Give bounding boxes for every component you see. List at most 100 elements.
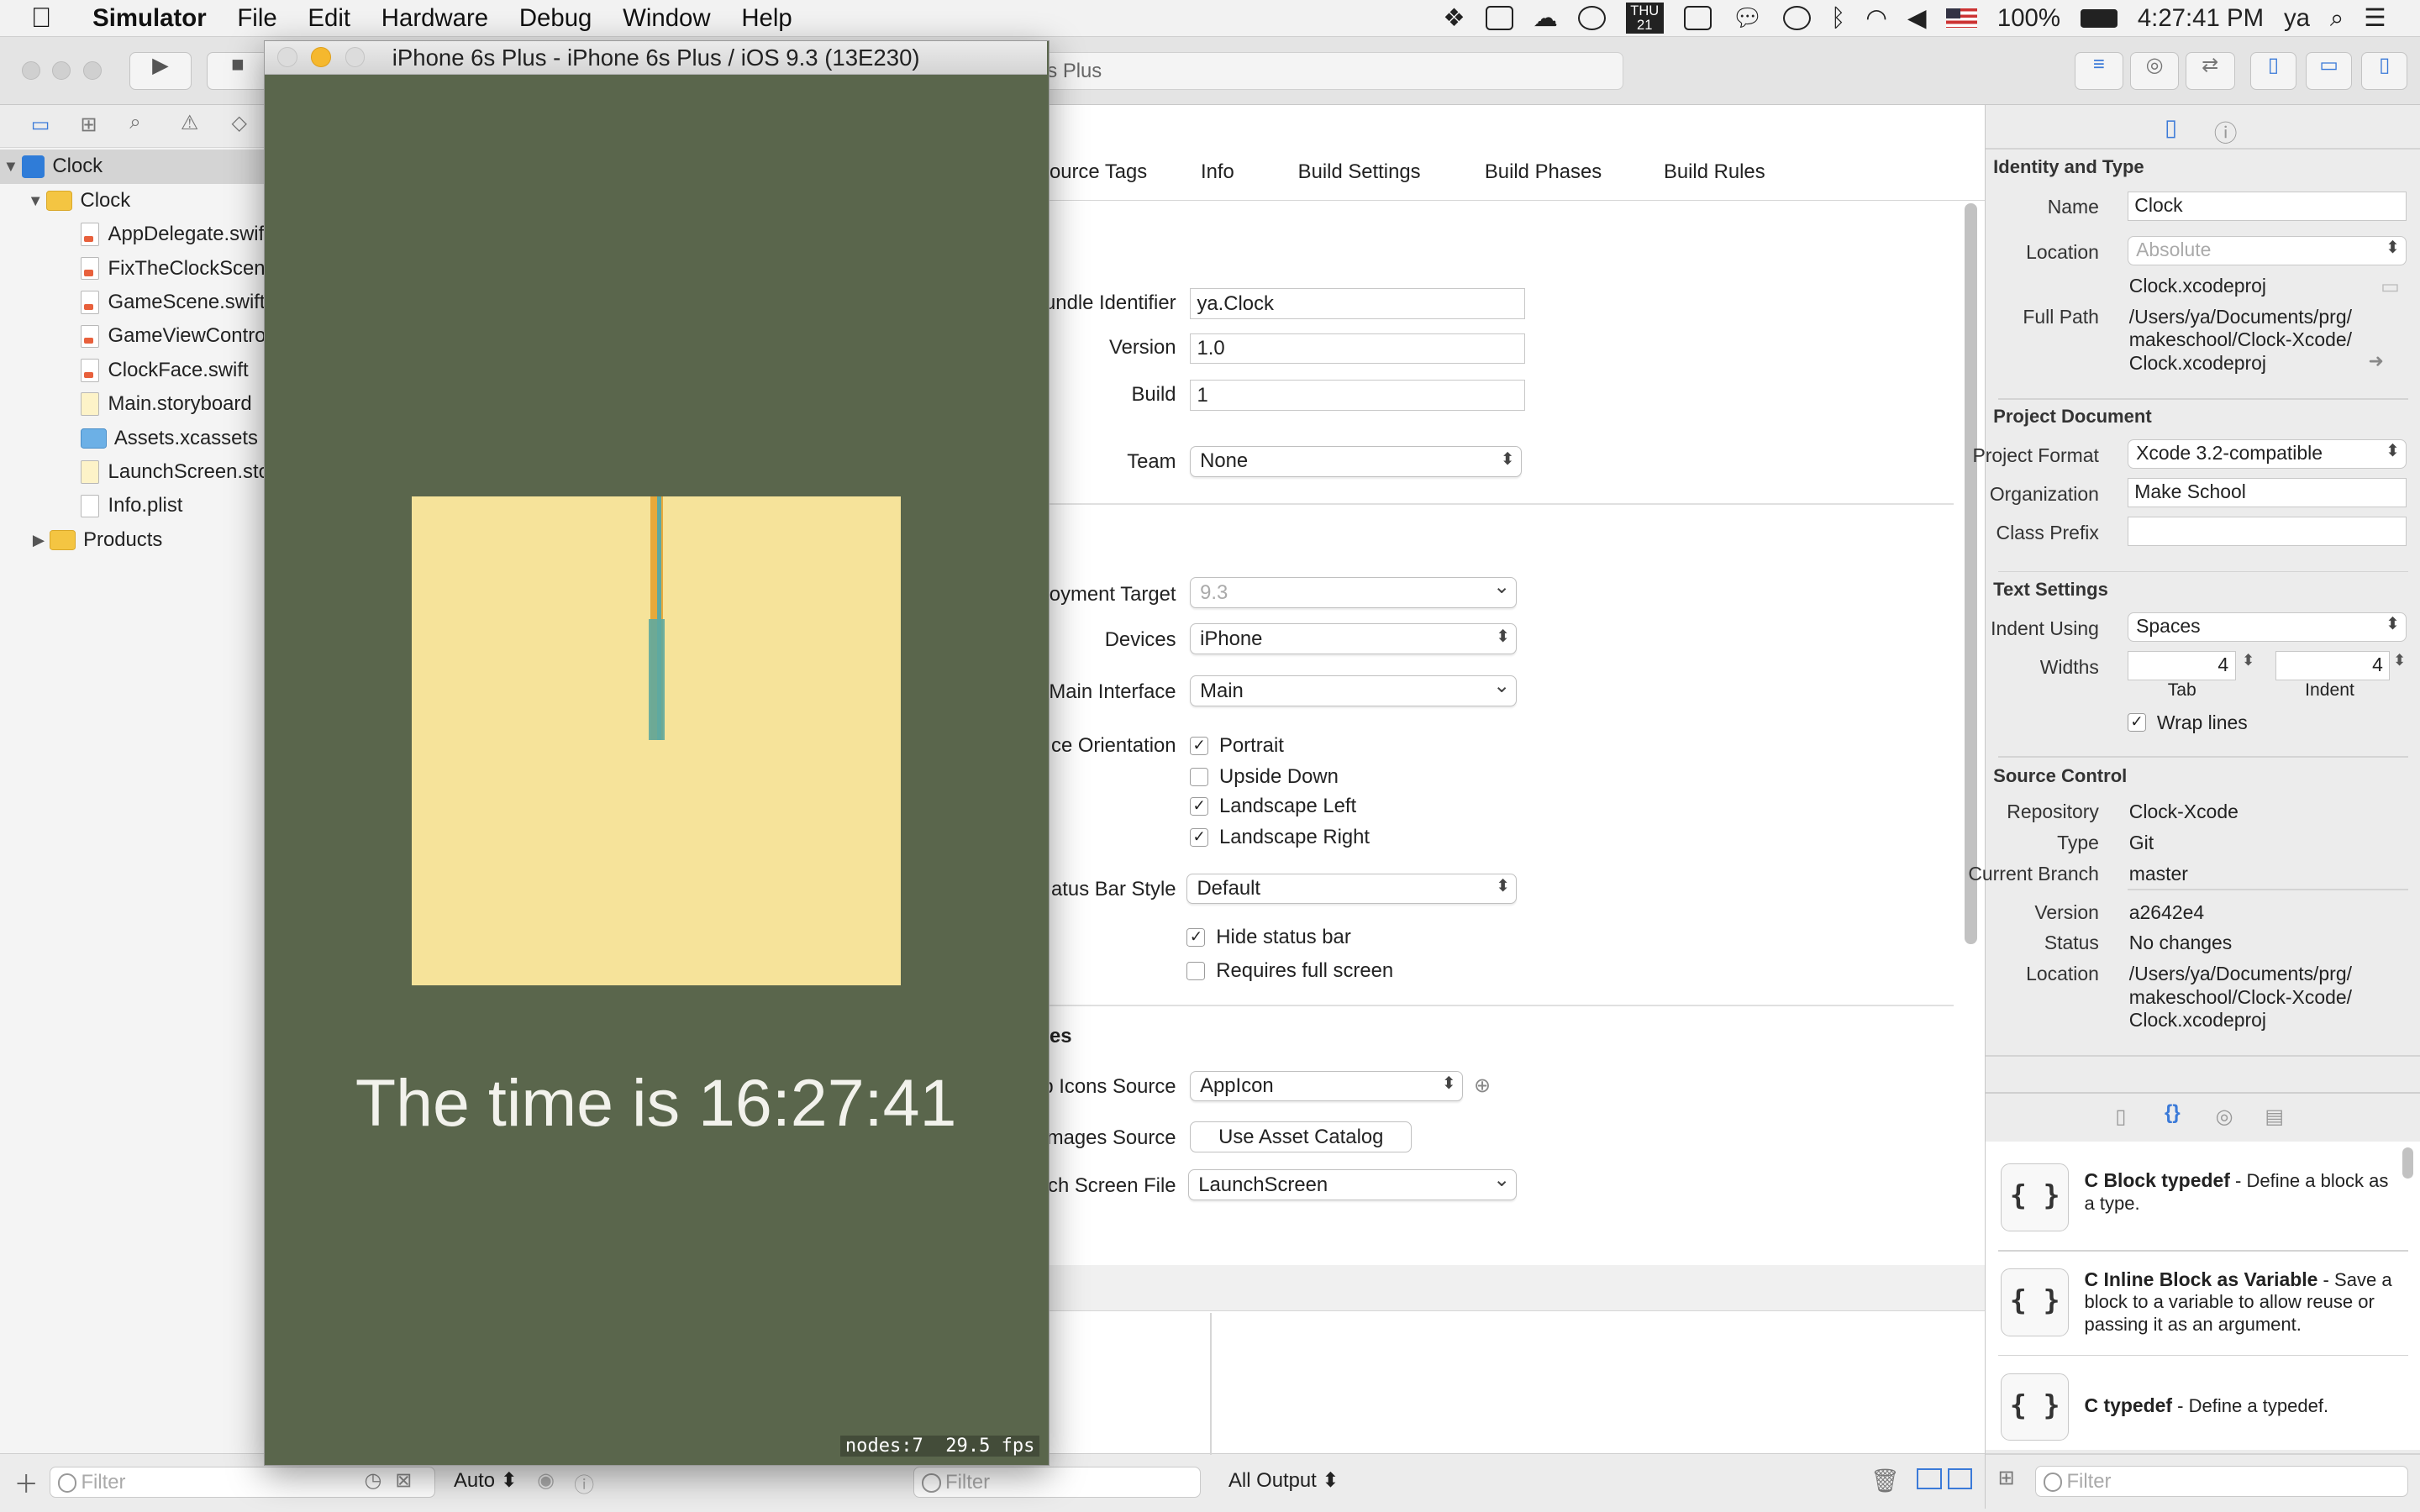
code-snippet-library-icon[interactable]: {} — [2165, 1101, 2181, 1125]
menu-help[interactable]: Help — [726, 4, 808, 33]
nav-file-gamescene[interactable]: GameScene.swift — [0, 286, 266, 319]
disclosure-closed-icon[interactable]: ▶ — [28, 531, 50, 549]
indent-using-popup[interactable]: Spaces — [2127, 612, 2407, 643]
reveal-arrow-icon[interactable]: ➜ — [2368, 350, 2383, 372]
landscape-right-checkbox[interactable]: ✓ Landscape Right — [1190, 826, 1370, 849]
battery-percent[interactable]: 100% — [1997, 4, 2060, 33]
menu-file[interactable]: File — [222, 4, 292, 33]
battery-icon[interactable] — [2080, 8, 2118, 28]
recent-files-icon[interactable]: ◷ — [364, 1468, 381, 1493]
cloud-icon[interactable]: ☁ — [1533, 3, 1557, 33]
checkbox-checked-icon[interactable]: ✓ — [1190, 737, 1209, 756]
checkbox-checked-icon[interactable]: ✓ — [2127, 713, 2146, 732]
nav-file-assets[interactable]: Assets.xcassets — [0, 421, 266, 454]
menu-window[interactable]: Window — [608, 4, 726, 33]
nav-file-fixtheclockscene[interactable]: FixTheClockScene.swift — [0, 251, 266, 285]
name-field[interactable]: Clock — [2127, 191, 2407, 221]
launch-screen-combo[interactable]: LaunchScreen — [1188, 1168, 1518, 1200]
nav-file-launchscreen[interactable]: LaunchScreen.storyboard — [0, 455, 266, 489]
class-prefix-field[interactable] — [2127, 517, 2407, 547]
console-view-toggle-icon[interactable] — [1947, 1467, 1973, 1490]
standard-editor-icon[interactable]: ≡ — [2074, 52, 2124, 90]
project-format-popup[interactable]: Xcode 3.2-compatible — [2127, 439, 2407, 470]
run-button[interactable]: ▶ — [129, 52, 192, 90]
spotlight-icon[interactable]: ⌕ — [2330, 4, 2344, 33]
wifi-icon[interactable]: ◠ — [1865, 3, 1887, 33]
notification-center-icon[interactable]: ☰ — [2364, 3, 2386, 33]
menu-edit[interactable]: Edit — [292, 4, 366, 33]
nav-file-clockface[interactable]: ClockFace.swift — [0, 354, 266, 387]
checkbox-checked-icon[interactable]: ✓ — [1186, 928, 1206, 948]
variables-filter-input[interactable]: Filter — [913, 1466, 1201, 1498]
menubar-user[interactable]: ya — [2284, 4, 2310, 33]
calendar-icon[interactable]: THU 21 — [1625, 3, 1664, 34]
menu-debug[interactable]: Debug — [503, 4, 607, 33]
menubar-clock[interactable]: 4:27:41 PM — [2138, 4, 2264, 33]
time-machine-icon[interactable] — [1782, 5, 1811, 31]
tab-width-field[interactable]: 4 — [2127, 651, 2236, 680]
grid-view-icon[interactable]: ⊞ — [1998, 1466, 2015, 1490]
wrap-lines-checkbox[interactable]: ✓ Wrap lines — [2127, 711, 2248, 734]
add-icon[interactable]: ＋ — [14, 1465, 39, 1500]
deployment-target-combo[interactable]: 9.3 — [1190, 575, 1518, 608]
object-library-icon[interactable]: ◎ — [2216, 1105, 2233, 1129]
circle-icon[interactable] — [1577, 5, 1606, 31]
file-template-library-icon[interactable]: ▯ — [2115, 1105, 2126, 1129]
snippet-item[interactable]: { } C Inline Block as Variable - Save a … — [1998, 1252, 2400, 1354]
snippet-item[interactable]: { } C typedef - Define a typedef. — [1998, 1357, 2400, 1459]
devices-popup[interactable]: iPhone — [1190, 623, 1518, 654]
checkbox-unchecked-icon[interactable] — [1190, 767, 1209, 787]
window-close-button[interactable] — [21, 61, 40, 81]
test-navigator-icon[interactable]: ◇ — [232, 111, 247, 135]
scm-filter-icon[interactable]: ⊠ — [395, 1468, 412, 1493]
requires-full-screen-checkbox[interactable]: Requires full screen — [1186, 959, 1393, 983]
snippet-item[interactable]: { } C Block typedef - Define a block as … — [1998, 1147, 2400, 1249]
simulator-titlebar[interactable]: iPhone 6s Plus - iPhone 6s Plus / iOS 9.… — [265, 40, 1048, 76]
folder-icon[interactable]: ▭ — [2381, 275, 2400, 299]
volume-icon[interactable]: ◀ — [1907, 3, 1927, 33]
status-bar-style-popup[interactable]: Default — [1186, 873, 1518, 905]
nav-file-appdelegate[interactable]: AppDelegate.swift — [0, 218, 266, 251]
assistant-editor-icon[interactable]: ◎ — [2129, 52, 2180, 90]
file-inspector-icon[interactable]: ▯ — [2165, 114, 2177, 141]
nav-file-main-storyboard[interactable]: Main.storyboard — [0, 387, 266, 421]
disclosure-open-icon[interactable]: ▼ — [0, 157, 22, 176]
info-icon[interactable]: ⓘ — [574, 1468, 594, 1498]
organization-field[interactable]: Make School — [2127, 478, 2407, 508]
version-field[interactable]: 1.0 — [1190, 333, 1525, 365]
issue-navigator-icon[interactable]: ⚠ — [181, 111, 198, 135]
hide-status-bar-checkbox[interactable]: ✓ Hide status bar — [1186, 926, 1351, 949]
airplay-icon[interactable] — [1683, 5, 1712, 31]
snippet-scrollbar[interactable] — [2402, 1147, 2413, 1179]
toggle-inspector-icon[interactable]: ▯ — [2361, 52, 2408, 90]
tab-width-stepper-icon[interactable]: ⬍ — [2242, 651, 2254, 669]
nav-file-gameviewcontroller[interactable]: GameViewController.swift — [0, 319, 266, 353]
bundle-id-field[interactable]: ya.Clock — [1190, 288, 1525, 320]
sim-minimize-button[interactable] — [311, 47, 332, 67]
landscape-left-checkbox[interactable]: ✓ Landscape Left — [1190, 795, 1356, 818]
library-filter-input[interactable]: Filter — [2034, 1465, 2409, 1497]
editor-scrollbar[interactable] — [1965, 203, 1977, 945]
app-icons-source-popup[interactable]: AppIcon — [1190, 1070, 1464, 1102]
media-library-icon[interactable]: ▤ — [2265, 1105, 2284, 1129]
stop-button[interactable]: ■ — [207, 52, 269, 90]
bluetooth-icon[interactable]: ᛒ — [1831, 4, 1846, 33]
tab-build-settings[interactable]: Build Settings — [1298, 160, 1421, 184]
portrait-checkbox[interactable]: ✓ Portrait — [1190, 734, 1284, 758]
chat-icon[interactable]: 💬︎ — [1732, 4, 1763, 33]
project-navigator-icon[interactable]: ▭ — [31, 113, 50, 137]
eye-icon[interactable]: ◉ — [537, 1468, 555, 1493]
tab-info[interactable]: Info — [1201, 160, 1234, 184]
variables-view-toggle-icon[interactable] — [1917, 1467, 1942, 1490]
checkbox-unchecked-icon[interactable] — [1186, 962, 1206, 981]
indent-width-field[interactable]: 4 — [2275, 651, 2391, 680]
apple-icon[interactable]:  — [31, 3, 59, 34]
disclosure-open-icon[interactable]: ▼ — [24, 192, 46, 210]
window-zoom-button[interactable] — [83, 61, 103, 81]
debug-split-divider[interactable] — [1209, 1313, 1212, 1455]
quick-help-icon[interactable]: ⓘ — [2214, 114, 2238, 148]
main-interface-combo[interactable]: Main — [1190, 674, 1518, 707]
checkbox-checked-icon[interactable]: ✓ — [1190, 827, 1209, 847]
nav-group-row[interactable]: ▼ Clock — [0, 184, 266, 218]
indent-width-stepper-icon[interactable]: ⬍ — [2393, 651, 2406, 669]
